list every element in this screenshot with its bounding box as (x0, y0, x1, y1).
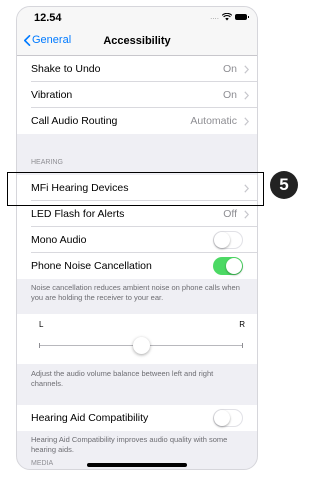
hac-footer: Hearing Aid Compatibility improves audio… (31, 435, 228, 454)
wifi-icon (222, 12, 232, 20)
row-label: Call Audio Routing (31, 115, 118, 127)
status-bar: 12.54 .... (17, 7, 257, 29)
noise-cancellation-footer: Noise cancellation reduces ambient noise… (31, 283, 240, 302)
slider-tick-right (242, 343, 243, 348)
row-shake-to-undo[interactable]: Shake to Undo On (17, 56, 257, 82)
navigation-bar: General Accessibility (17, 29, 257, 56)
row-value: On (222, 63, 237, 75)
row-value: Automatic (190, 115, 237, 127)
row-value: Off (223, 208, 237, 220)
row-label: Vibration (31, 89, 73, 101)
chevron-right-icon (244, 91, 249, 100)
status-time: 12.54 (34, 12, 62, 24)
chevron-right-icon (244, 65, 249, 74)
row-value: On (222, 89, 237, 101)
row-phone-noise-cancellation: Phone Noise Cancellation (17, 253, 257, 279)
toggle-knob (226, 258, 242, 274)
balance-right-label: R (239, 320, 245, 329)
row-mono-audio: Mono Audio (17, 227, 257, 253)
chevron-right-icon (244, 117, 249, 126)
balance-left-label: L (39, 320, 44, 329)
row-hearing-aid-compatibility: Hearing Aid Compatibility (17, 405, 257, 431)
section-header-hearing: HEARING (31, 159, 63, 166)
home-indicator (87, 463, 187, 467)
battery-icon (235, 13, 249, 20)
row-vibration[interactable]: Vibration On (17, 82, 257, 108)
row-label: Hearing Aid Compatibility (31, 412, 149, 424)
row-call-audio-routing[interactable]: Call Audio Routing Automatic (17, 108, 257, 134)
page-title: Accessibility (103, 35, 171, 47)
mono-audio-toggle[interactable] (213, 231, 243, 249)
noise-cancellation-toggle[interactable] (213, 257, 243, 275)
balance-footer: Adjust the audio volume balance between … (31, 369, 214, 388)
hearing-aid-compatibility-toggle[interactable] (213, 409, 243, 427)
section-header-media: MEDIA (31, 460, 54, 467)
balance-slider-thumb[interactable] (132, 337, 150, 354)
status-icons: .... (210, 12, 249, 21)
slider-tick-left (39, 343, 40, 348)
balance-slider-block: L R (17, 314, 257, 364)
toggle-knob (214, 232, 230, 248)
highlight-box (7, 172, 264, 206)
row-label: Shake to Undo (31, 63, 101, 75)
row-label: LED Flash for Alerts (31, 208, 125, 220)
row-label: Phone Noise Cancellation (31, 260, 152, 272)
step-number-badge: 5 (270, 171, 298, 199)
toggle-knob (214, 410, 230, 426)
chevron-right-icon (244, 210, 249, 219)
signal-icon: .... (210, 12, 219, 21)
phone-screen: 12.54 .... General Accessibility Shake t… (16, 6, 258, 470)
row-label: Mono Audio (31, 234, 87, 246)
